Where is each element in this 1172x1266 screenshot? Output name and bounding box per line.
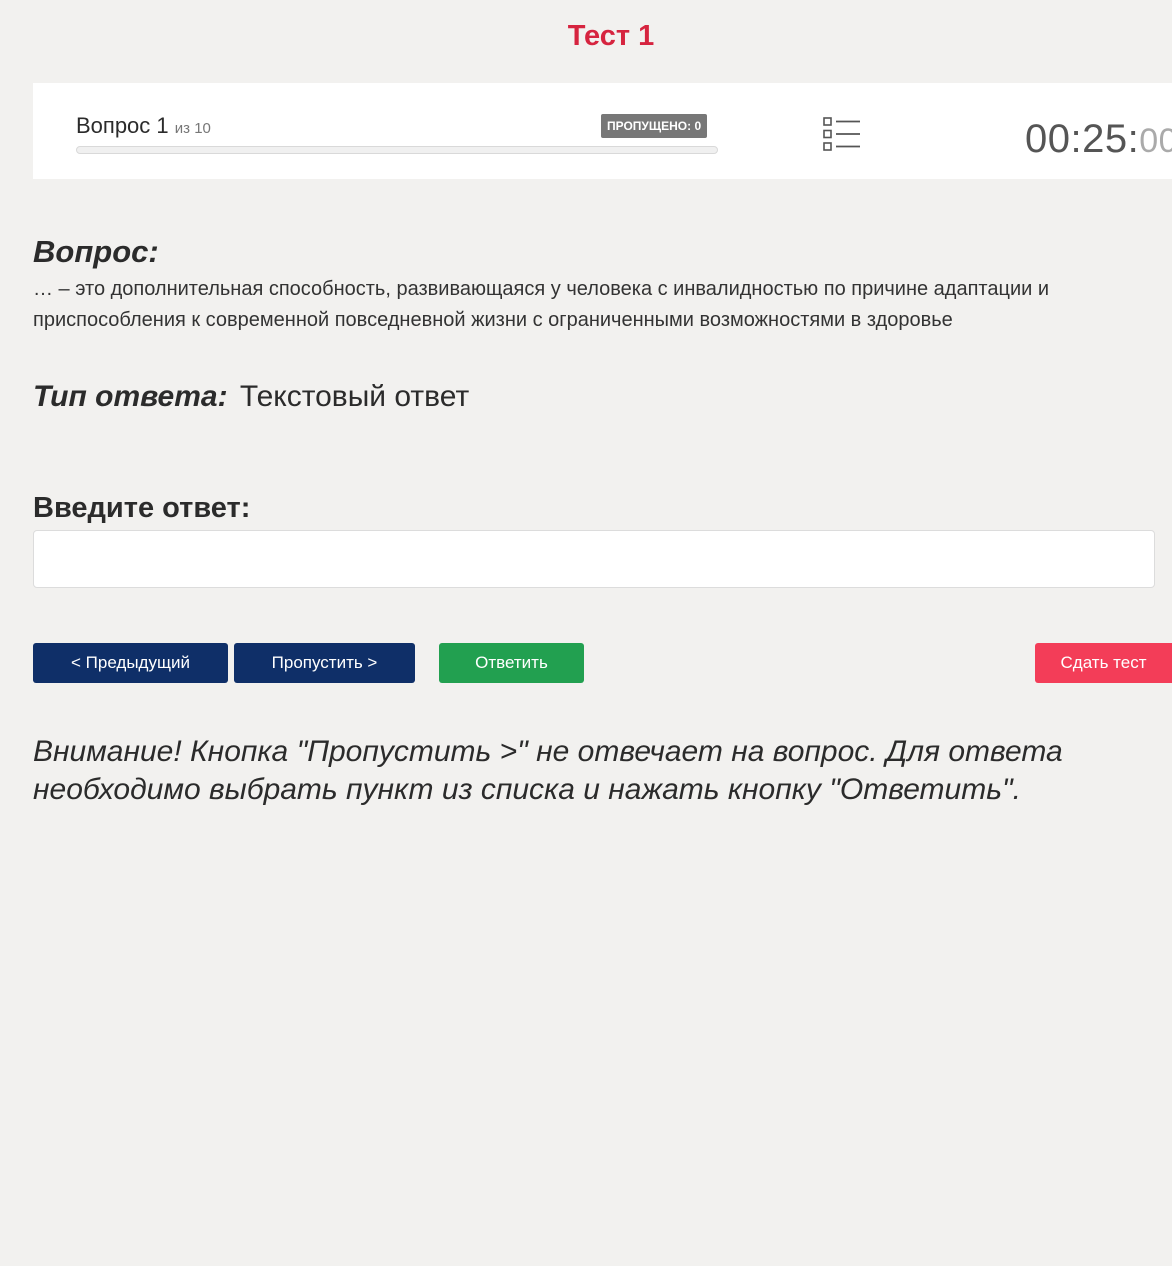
question-counter: Вопрос 1 из 10 xyxy=(76,113,211,139)
submit-test-button[interactable]: Сдать тест xyxy=(1035,643,1172,683)
timer-seconds: 00 xyxy=(1139,122,1172,160)
skip-button[interactable]: Пропустить > xyxy=(234,643,415,683)
status-bar: Вопрос 1 из 10 ПРОПУЩЕНО: 0 00:25:00 xyxy=(33,83,1172,179)
question-heading: Вопрос: xyxy=(33,234,159,269)
answer-input[interactable] xyxy=(33,530,1155,588)
progress-bar xyxy=(76,146,718,154)
question-text: … – это дополнительная способность, разв… xyxy=(33,278,1050,331)
answer-type-value: Текстовый ответ xyxy=(239,380,470,413)
list-icon[interactable] xyxy=(822,116,862,152)
question-total: из 10 xyxy=(174,120,211,137)
timer-main: 00:25: xyxy=(1025,117,1140,161)
answer-type: Тип ответа: Текстовый ответ xyxy=(33,380,469,414)
question-number: Вопрос 1 xyxy=(76,113,169,138)
answer-label: Введите ответ: xyxy=(33,492,251,524)
answer-button[interactable]: Ответить xyxy=(439,643,584,683)
skipped-badge: ПРОПУЩЕНО: 0 xyxy=(601,114,708,138)
page-title: Тест 1 xyxy=(567,20,655,52)
previous-button[interactable]: < Предыдущий xyxy=(33,643,228,683)
timer: 00:25:00 xyxy=(1025,117,1172,162)
answer-type-label: Тип ответа: xyxy=(33,380,228,413)
notice-text: Внимание! Кнопка "Пропустить >" не отвеч… xyxy=(33,735,1063,806)
